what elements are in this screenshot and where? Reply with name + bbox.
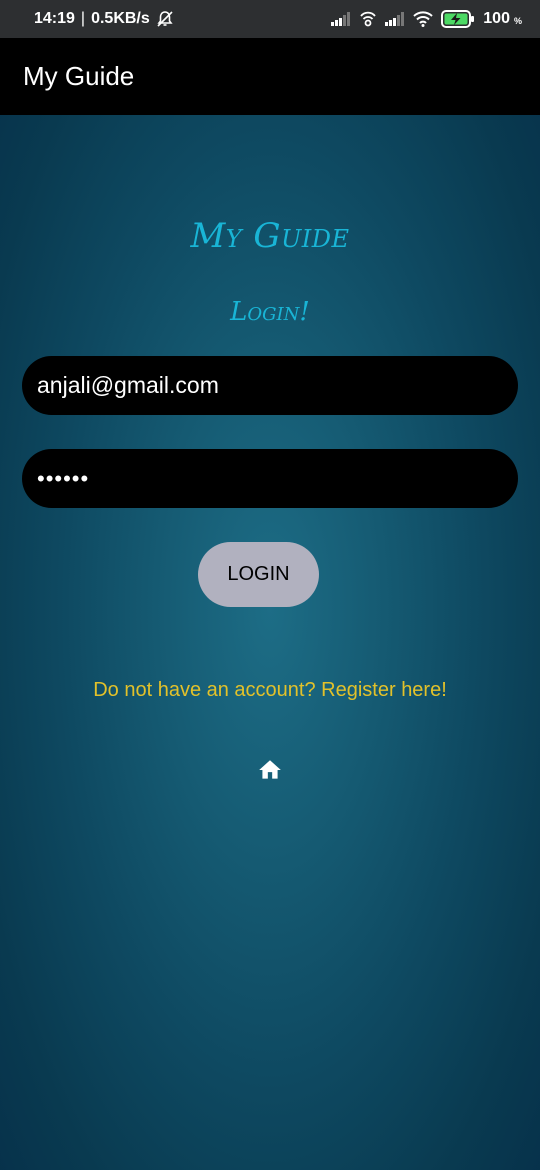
app-bar-title: My Guide (23, 61, 135, 91)
login-screen: 14:19 | 0.5KB/s 100 % My Guide My Guide … (0, 0, 540, 1170)
status-left: 14:19 | 0.5KB/s (34, 0, 174, 38)
app-bar: My Guide (0, 38, 540, 115)
wifi-icon (413, 11, 433, 27)
login-subtitle: Login! (230, 297, 310, 327)
battery-unit: % (513, 16, 522, 26)
hotspot-icon (360, 11, 376, 27)
login-button[interactable]: LOGIN (198, 542, 319, 607)
network-speed: 0.5KB/s (91, 10, 150, 27)
home-icon[interactable] (257, 757, 283, 783)
email-field-value: anjali@gmail.com (37, 372, 219, 398)
battery-charging-icon (441, 10, 475, 28)
logo-title: My Guide (190, 216, 350, 256)
password-field-value: •••••• (37, 465, 90, 491)
status-right: 100% (331, 0, 522, 38)
password-field[interactable]: •••••• (22, 449, 518, 508)
cell-signal-icon (385, 12, 405, 26)
status-bar: 14:19 | 0.5KB/s 100 % (0, 0, 540, 38)
register-link[interactable]: Do not have an account? Register here! (0, 679, 540, 702)
battery-percent: 100 (483, 10, 510, 27)
status-separator: | (80, 10, 86, 27)
cell-signal-icon (331, 12, 351, 26)
alarm-off-icon (157, 11, 173, 27)
email-field[interactable]: anjali@gmail.com (22, 356, 518, 415)
login-button-label: LOGIN (227, 563, 290, 585)
status-time: 14:19 (34, 10, 75, 27)
